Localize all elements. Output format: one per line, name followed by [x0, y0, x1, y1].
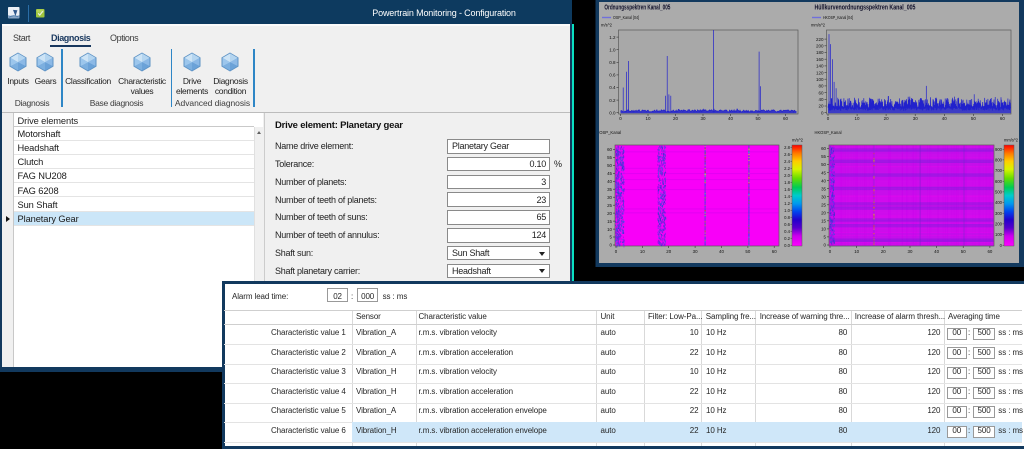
- svg-text:35: 35: [821, 186, 826, 191]
- svg-text:100: 100: [995, 232, 1003, 237]
- svg-text:0.2: 0.2: [609, 98, 616, 103]
- svg-text:Ordnungsspektren Kanal_005: Ordnungsspektren Kanal_005: [604, 5, 670, 12]
- svg-text:10: 10: [607, 227, 612, 232]
- svg-text:2.8: 2.8: [784, 145, 790, 150]
- svg-text:20: 20: [818, 104, 824, 109]
- svg-text:40: 40: [607, 179, 612, 184]
- svg-text:200: 200: [995, 221, 1003, 226]
- svg-text:2.0: 2.0: [784, 173, 790, 178]
- svg-text:180: 180: [816, 50, 824, 55]
- svg-text:50: 50: [607, 163, 612, 168]
- svg-text:0.6: 0.6: [609, 73, 616, 78]
- svg-text:25: 25: [821, 202, 826, 207]
- svg-text:1.8: 1.8: [784, 180, 790, 185]
- svg-text:30: 30: [821, 194, 826, 199]
- svg-text:30: 30: [700, 116, 706, 121]
- svg-text:25: 25: [607, 203, 612, 208]
- svg-text:50: 50: [755, 116, 761, 121]
- svg-text:HKOSP_Kanal: HKOSP_Kanal: [815, 130, 842, 135]
- svg-text:0.4: 0.4: [784, 229, 790, 234]
- svg-text:60: 60: [783, 116, 789, 121]
- svg-text:80: 80: [818, 84, 824, 89]
- svg-text:55: 55: [607, 155, 612, 160]
- svg-text:15: 15: [607, 219, 612, 224]
- svg-text:0.0: 0.0: [609, 110, 616, 115]
- svg-text:60: 60: [818, 90, 824, 95]
- svg-text:100: 100: [816, 77, 824, 82]
- svg-text:2.6: 2.6: [784, 152, 790, 157]
- svg-text:30: 30: [913, 116, 919, 121]
- svg-text:45: 45: [821, 170, 826, 175]
- svg-text:10: 10: [645, 116, 651, 121]
- svg-text:0.8: 0.8: [609, 60, 616, 65]
- svg-text:0.8: 0.8: [784, 215, 790, 220]
- svg-text:300: 300: [995, 211, 1003, 216]
- svg-text:45: 45: [607, 171, 612, 176]
- svg-text:20: 20: [607, 211, 612, 216]
- svg-text:OSP_Kanal [04]: OSP_Kanal [04]: [613, 15, 639, 20]
- svg-text:50: 50: [961, 249, 966, 254]
- svg-text:30: 30: [693, 249, 698, 254]
- svg-text:60: 60: [987, 249, 992, 254]
- svg-text:30: 30: [908, 249, 913, 254]
- svg-text:1.2: 1.2: [609, 35, 616, 40]
- svg-text:20: 20: [881, 249, 886, 254]
- svg-text:10: 10: [854, 249, 859, 254]
- svg-text:35: 35: [607, 187, 612, 192]
- svg-text:40: 40: [942, 116, 948, 121]
- svg-text:2.2: 2.2: [784, 166, 790, 171]
- svg-text:50: 50: [745, 249, 750, 254]
- svg-text:20: 20: [666, 249, 671, 254]
- svg-text:400: 400: [995, 200, 1003, 205]
- svg-text:50: 50: [971, 116, 977, 121]
- svg-text:40: 40: [818, 97, 824, 102]
- svg-text:m/s^2: m/s^2: [601, 22, 612, 27]
- svg-text:0.4: 0.4: [609, 85, 616, 90]
- svg-text:500: 500: [995, 189, 1003, 194]
- svg-text:0.0: 0.0: [784, 243, 790, 248]
- svg-text:40: 40: [728, 116, 734, 121]
- svg-text:20: 20: [884, 116, 890, 121]
- svg-text:40: 40: [719, 249, 724, 254]
- svg-text:mm/s^2: mm/s^2: [811, 22, 825, 27]
- svg-text:40: 40: [934, 249, 939, 254]
- svg-text:30: 30: [607, 195, 612, 200]
- svg-text:50: 50: [821, 162, 826, 167]
- svg-text:10: 10: [855, 116, 861, 121]
- svg-text:mm/s^2: mm/s^2: [1004, 138, 1019, 143]
- svg-text:140: 140: [816, 64, 824, 69]
- svg-text:60: 60: [821, 146, 826, 151]
- svg-text:15: 15: [821, 219, 826, 224]
- svg-text:200: 200: [816, 44, 824, 49]
- svg-text:220: 220: [816, 37, 824, 42]
- svg-text:HKOSP_Kanal [04]: HKOSP_Kanal [04]: [823, 15, 853, 20]
- svg-text:1.0: 1.0: [784, 208, 790, 213]
- svg-text:160: 160: [816, 57, 824, 62]
- svg-text:60: 60: [1000, 116, 1006, 121]
- svg-text:120: 120: [816, 70, 824, 75]
- svg-text:20: 20: [821, 211, 826, 216]
- svg-text:900: 900: [995, 147, 1003, 152]
- svg-text:2.4: 2.4: [784, 159, 790, 164]
- svg-text:10: 10: [640, 249, 645, 254]
- svg-text:Hüllkurvenordnungsspektren Kan: Hüllkurvenordnungsspektren Kanal_005: [815, 5, 916, 12]
- svg-text:10: 10: [821, 227, 826, 232]
- svg-text:20: 20: [673, 116, 679, 121]
- svg-text:55: 55: [821, 154, 826, 159]
- svg-text:40: 40: [821, 178, 826, 183]
- svg-text:600: 600: [995, 179, 1003, 184]
- svg-text:800: 800: [995, 157, 1003, 162]
- svg-text:1.6: 1.6: [784, 187, 790, 192]
- svg-text:700: 700: [995, 168, 1003, 173]
- svg-text:60: 60: [607, 147, 612, 152]
- svg-text:1.0: 1.0: [609, 47, 616, 52]
- svg-text:0.6: 0.6: [784, 222, 790, 227]
- svg-text:1.2: 1.2: [784, 201, 790, 206]
- svg-text:OSP_Kanal: OSP_Kanal: [599, 130, 621, 135]
- svg-text:0.2: 0.2: [784, 236, 790, 241]
- svg-text:60: 60: [772, 249, 777, 254]
- svg-text:m/s^2: m/s^2: [792, 138, 804, 143]
- svg-text:1.4: 1.4: [784, 194, 790, 199]
